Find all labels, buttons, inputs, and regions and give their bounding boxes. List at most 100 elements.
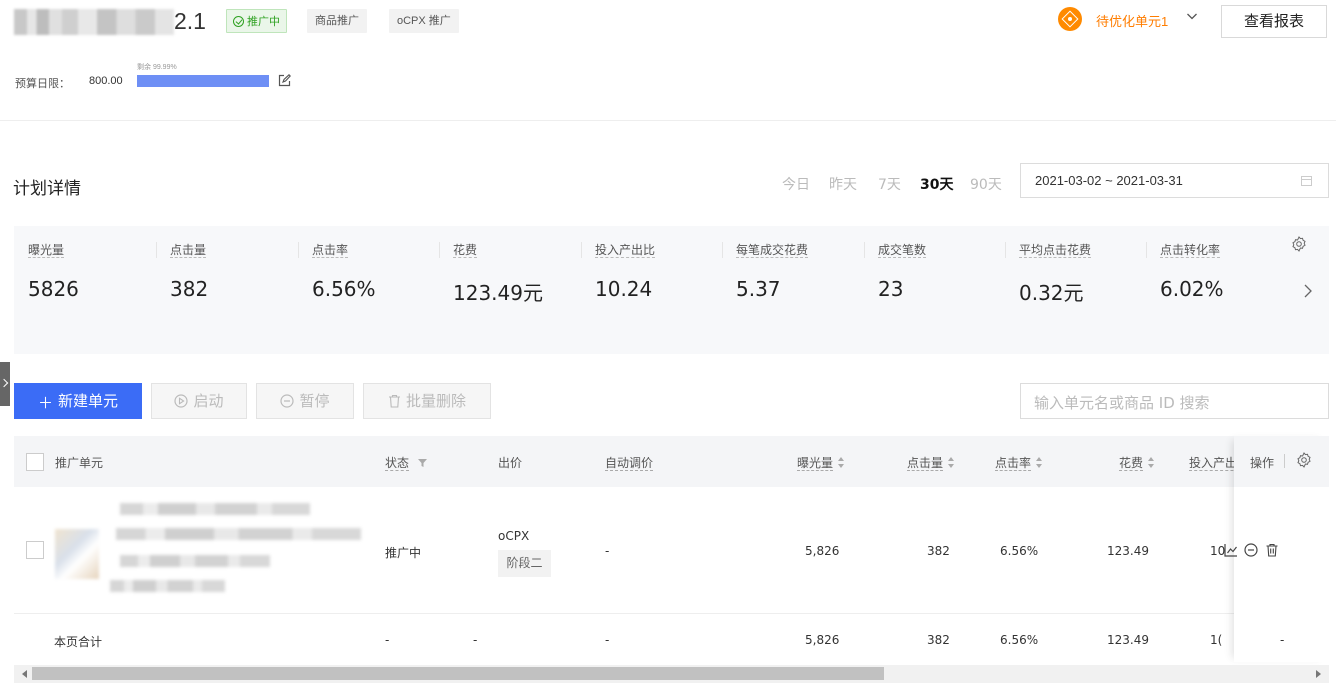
summary-cost: 123.49 [1107,633,1149,647]
summary-label: 本页合计 [54,635,103,649]
pause-button[interactable]: 暂停 [256,383,354,419]
metric-value: 382 [170,277,209,301]
scroll-right-arrow[interactable] [1316,670,1321,678]
start-button[interactable]: 启动 [151,383,247,419]
actions-column: 操作 - [1224,436,1329,662]
trash-icon[interactable] [1265,543,1279,557]
row-bid-type: oCPX [498,529,530,543]
range-7d[interactable]: 7天 [878,174,901,194]
view-report-button[interactable]: 查看报表 [1221,5,1327,38]
budget-progress-fill [137,75,269,87]
chevron-down-icon[interactable] [1186,10,1198,22]
metric-avg-click-cost: 平均点击花费 0.32元 [1005,226,1145,354]
row-impressions: 5,826 [805,544,840,558]
filter-icon[interactable] [417,459,427,467]
select-all-checkbox[interactable] [26,453,44,471]
sort-icon[interactable] [1148,457,1155,468]
metric-label: 点击量 [170,243,207,258]
metric-value: 5.37 [736,277,781,301]
range-30d[interactable]: 30天 [920,174,953,194]
metric-label: 点击转化率 [1160,243,1221,258]
summary-ctr: 6.56% [1000,633,1039,647]
metric-value: 0.32元 [1019,281,1084,305]
type-tag-ocpx: oCPX 推广 [389,9,459,33]
metric-value: 6.56% [312,277,376,301]
metric-label: 每笔成交花费 [736,243,809,258]
play-circle-icon [174,394,189,408]
chevron-right-icon[interactable] [1300,283,1314,299]
batch-delete-button[interactable]: 批量删除 [363,383,491,419]
type-tag-product: 商品推广 [307,9,367,33]
sort-icon[interactable] [948,457,955,468]
col-bid: 出价 [498,456,523,470]
metric-label: 花费 [453,243,478,258]
horizontal-scrollbar[interactable] [14,665,1329,683]
col-ctr[interactable]: 点击率 [995,454,1043,471]
row-checkbox[interactable] [26,541,44,559]
search-input[interactable]: 输入单元名或商品 ID 搜索 [1020,383,1329,419]
metric-deals: 成交笔数 23 [864,226,1004,354]
plan-header: 2.1 推广中 商品推广 oCPX 推广 预算日限： 800.00 剩余 99.… [0,0,1336,121]
col-status[interactable]: 状态 [385,454,427,471]
row-roi: 10 [1210,544,1226,558]
metric-value: 6.02% [1160,277,1224,301]
range-today[interactable]: 今日 [782,174,810,194]
col-clicks[interactable]: 点击量 [907,454,955,471]
metric-value: 5826 [28,277,79,301]
col-auto-bid: 自动调价 [605,456,654,471]
col-impressions[interactable]: 曝光量 [797,454,845,471]
trash-icon [388,394,400,408]
date-range-value: 2021-03-02 ~ 2021-03-31 [1035,173,1183,188]
column-settings-gear-icon[interactable] [1296,452,1312,468]
row-clicks: 382 [927,544,950,558]
summary-status: - [385,633,390,647]
metric-label: 曝光量 [28,243,65,258]
alert-units-link[interactable]: 待优化单元1 [1096,11,1168,30]
budget-value: 800.00 [89,75,123,87]
range-yesterday[interactable]: 昨天 [829,174,857,194]
product-thumbnail[interactable] [55,529,99,579]
metric-impressions: 曝光量 5826 [14,226,154,354]
summary-impressions: 5,826 [805,633,840,647]
table-header: 推广单元 状态 出价 自动调价 曝光量 点击量 点击率 花费 投入产出比 [14,436,1329,487]
plan-title-redacted [14,9,174,35]
col-cost[interactable]: 花费 [1119,454,1155,471]
plan-title: 2.1 [174,8,206,34]
col-actions: 操作 [1250,456,1275,470]
new-unit-button[interactable]: ＋新建单元 [14,383,142,419]
date-range-picker[interactable]: 2021-03-02 ~ 2021-03-31 [1020,163,1329,198]
summary-row: 本页合计 - - - 5,826 382 6.56% 123.49 1( [14,614,1329,662]
metric-ctr: 点击率 6.56% [298,226,438,354]
metric-cost: 花费 123.49元 [439,226,579,354]
row-ctr: 6.56% [1000,544,1039,558]
calendar-icon [1301,176,1312,186]
summary-actions: - [1280,633,1285,647]
metric-value: 123.49元 [453,281,543,305]
row-cost: 123.49 [1107,544,1149,558]
budget-remaining: 剩余 99.99% [137,64,177,71]
metric-roi: 投入产出比 10.24 [581,226,721,354]
edit-icon[interactable] [278,74,291,87]
metric-clicks: 点击量 382 [156,226,296,354]
unit-name-redacted [120,503,310,515]
summary-auto-bid: - [605,633,610,647]
alert-icon[interactable] [1058,7,1082,31]
metric-cost-per-deal: 每笔成交花费 5.37 [722,226,862,354]
trend-chart-icon[interactable] [1224,543,1238,557]
pause-circle-icon [280,394,295,408]
budget-progress-bar [137,75,269,87]
sort-icon[interactable] [1036,457,1043,468]
metric-click-conversion: 点击转化率 6.02% [1146,226,1286,354]
sort-icon[interactable] [838,457,845,468]
gear-icon[interactable] [1291,236,1307,252]
scroll-left-arrow[interactable] [22,670,27,678]
plus-icon: ＋ [37,394,53,412]
metric-label: 点击率 [312,243,349,258]
pause-circle-icon[interactable] [1244,543,1258,557]
row-bid-stage: 阶段二 [498,550,551,577]
budget-label: 预算日限： [15,78,70,90]
check-circle-icon [233,16,244,27]
sidebar-toggle-handle[interactable] [0,362,10,406]
range-90d[interactable]: 90天 [970,174,1002,194]
scrollbar-thumb[interactable] [32,667,884,680]
